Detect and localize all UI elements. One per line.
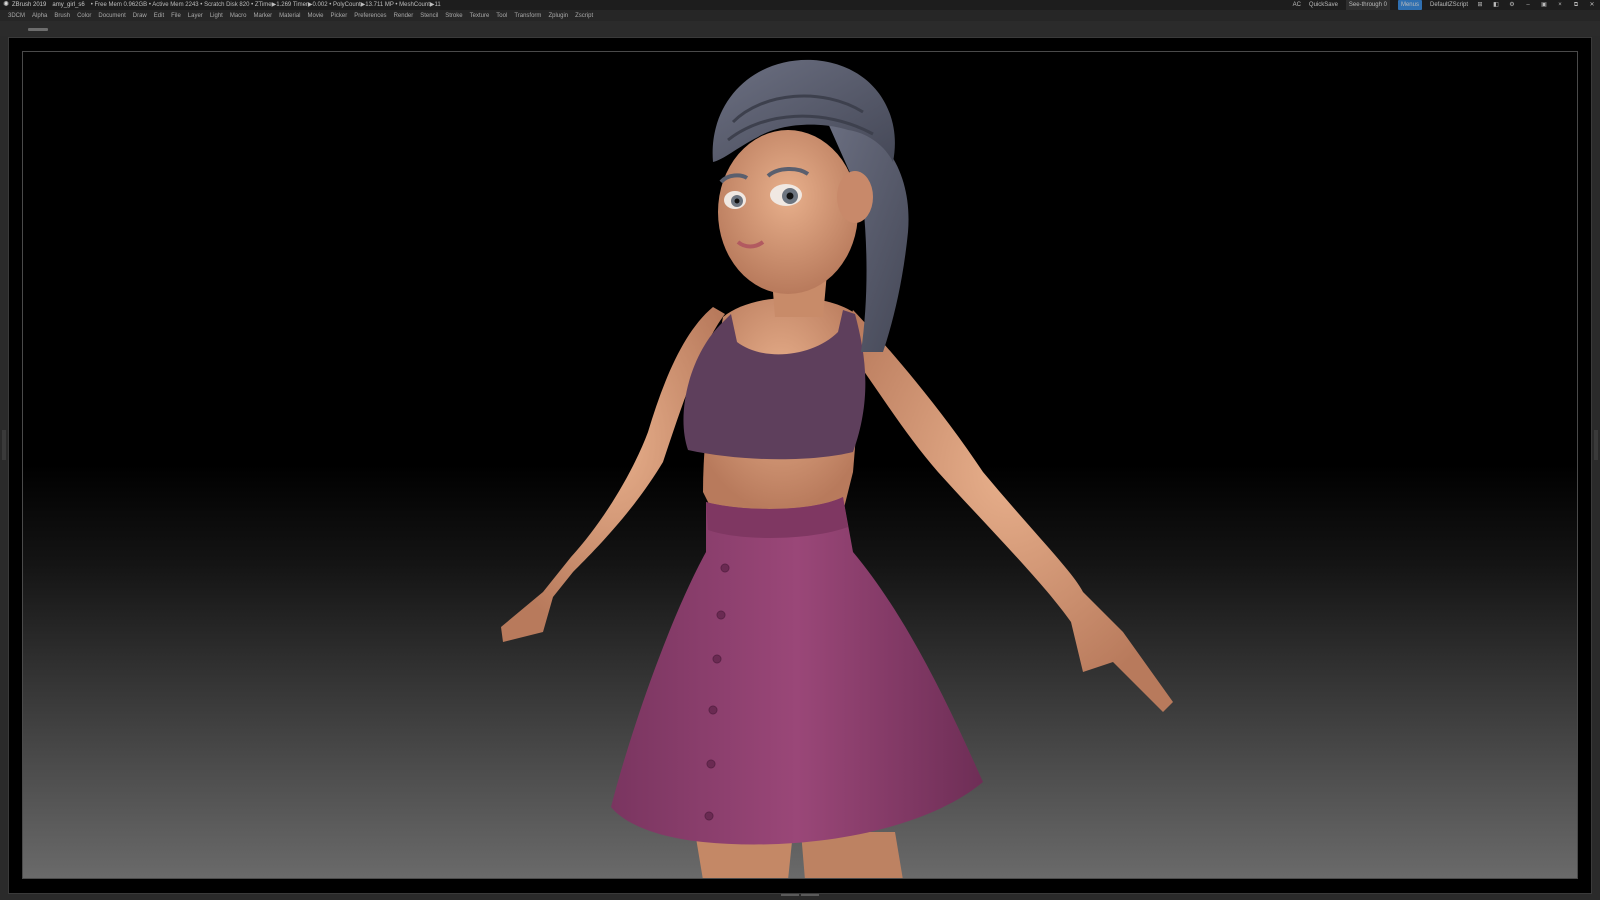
menus-button[interactable]: Menus xyxy=(1397,0,1422,10)
quicksave-button[interactable]: QuickSave xyxy=(1309,0,1338,10)
menu-item[interactable]: Tool xyxy=(496,13,507,19)
menu-item[interactable]: Zplugin xyxy=(548,13,568,19)
swatch-icon[interactable]: ◧ xyxy=(1492,0,1500,10)
menu-item[interactable]: File xyxy=(171,13,181,19)
document-viewport[interactable] xyxy=(22,51,1578,879)
layout-icon[interactable]: ⊞ xyxy=(1476,0,1484,10)
shelf-grip-handle[interactable] xyxy=(28,28,48,31)
title-bar: ✺ ZBrush 2019 amy_girl_s6 • Free Mem 0.9… xyxy=(0,0,1600,11)
menu-item[interactable]: Render xyxy=(394,13,414,19)
shelf-bar xyxy=(0,21,1600,36)
memory-stats: • Free Mem 0.962GB • Active Mem 2243 • S… xyxy=(90,2,441,8)
exit-icon[interactable]: ✕ xyxy=(1588,0,1596,10)
ear xyxy=(837,171,873,223)
menu-item[interactable]: Macro xyxy=(230,13,247,19)
restore-icon[interactable]: ⧉ xyxy=(1572,0,1580,10)
menu-item[interactable]: Zscript xyxy=(575,13,593,19)
menu-item[interactable]: Stroke xyxy=(445,13,462,19)
menu-item[interactable]: Preferences xyxy=(354,13,386,19)
menu-item[interactable]: Texture xyxy=(470,13,490,19)
menu-item[interactable]: Transform xyxy=(514,13,541,19)
menu-item[interactable]: Layer xyxy=(188,13,203,19)
menu-item[interactable]: Light xyxy=(210,13,223,19)
seethrough-value: 0 xyxy=(1383,1,1387,8)
menu-item[interactable]: 3DCM xyxy=(8,13,25,19)
menu-item[interactable]: Marker xyxy=(254,13,273,19)
menu-item[interactable]: Edit xyxy=(154,13,164,19)
left-tray-handle[interactable] xyxy=(2,430,6,460)
menu-item[interactable]: Draw xyxy=(133,13,147,19)
zbrush-logo-icon: ✺ xyxy=(3,1,9,8)
file-name: amy_girl_s6 xyxy=(52,2,85,8)
minimize-icon[interactable]: – xyxy=(1524,0,1532,10)
main-menu-bar: 3DCM Alpha Brush Color Document Draw Edit File L… xyxy=(0,10,1600,21)
head xyxy=(718,130,858,294)
bottom-tray-handle[interactable] xyxy=(770,894,830,898)
menu-item[interactable]: Alpha xyxy=(32,13,47,19)
app-name: ZBrush 2019 xyxy=(12,2,47,8)
menu-item[interactable]: Color xyxy=(77,13,91,19)
ac-label[interactable]: AC xyxy=(1293,0,1301,10)
character-model-render xyxy=(501,59,1173,878)
lock-icon[interactable]: ▣ xyxy=(1540,0,1548,10)
right-tray-handle[interactable] xyxy=(1594,430,1598,460)
skirt xyxy=(611,497,983,845)
gear-icon[interactable]: ⚙ xyxy=(1508,0,1516,10)
close-icon[interactable]: × xyxy=(1556,0,1564,10)
seethrough-slider[interactable]: See-through 0 xyxy=(1345,0,1390,11)
default-zscript-button[interactable]: DefaultZScript xyxy=(1430,0,1468,10)
seethrough-label: See-through xyxy=(1348,1,1382,8)
menu-item[interactable]: Movie xyxy=(308,13,324,19)
menu-item[interactable]: Brush xyxy=(54,13,70,19)
menu-item[interactable]: Picker xyxy=(331,13,348,19)
menu-item[interactable]: Material xyxy=(279,13,300,19)
menu-item[interactable]: Stencil xyxy=(420,13,438,19)
menu-item[interactable]: Document xyxy=(98,13,125,19)
